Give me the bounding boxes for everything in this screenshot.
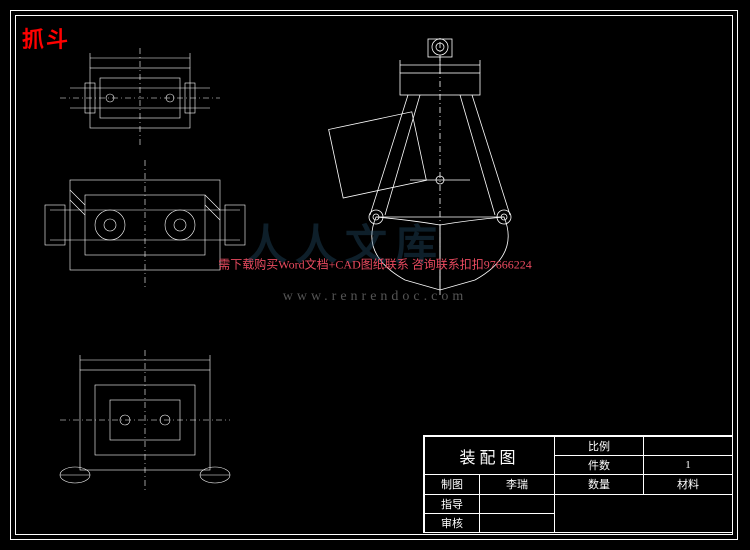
- watermark-url: www.renrendoc.com: [283, 289, 468, 305]
- draw-value: 李瑞: [480, 475, 555, 494]
- scale-value: [644, 437, 733, 456]
- material-label: 材料: [644, 475, 733, 494]
- draw-label: 制图: [425, 475, 480, 494]
- assembly-title: 装配图: [425, 437, 555, 475]
- side-section-drawing: [30, 150, 260, 300]
- top-view-drawing: [40, 38, 240, 158]
- watermark-text: 需下载购买Word文档+CAD图纸联系 咨询联系扣扣97666224: [218, 256, 531, 273]
- parts-value: 1: [644, 456, 733, 475]
- title-block: 装配图 比例 件数 1 制图 李瑞 数量 材料 指导 审核: [423, 435, 733, 533]
- parts-label: 件数: [555, 456, 644, 475]
- qty-label: 数量: [555, 475, 644, 494]
- scale-label: 比例: [555, 437, 644, 456]
- review-label: 审核: [425, 513, 480, 532]
- front-view-drawing: [40, 330, 250, 510]
- guide-label: 指导: [425, 494, 480, 513]
